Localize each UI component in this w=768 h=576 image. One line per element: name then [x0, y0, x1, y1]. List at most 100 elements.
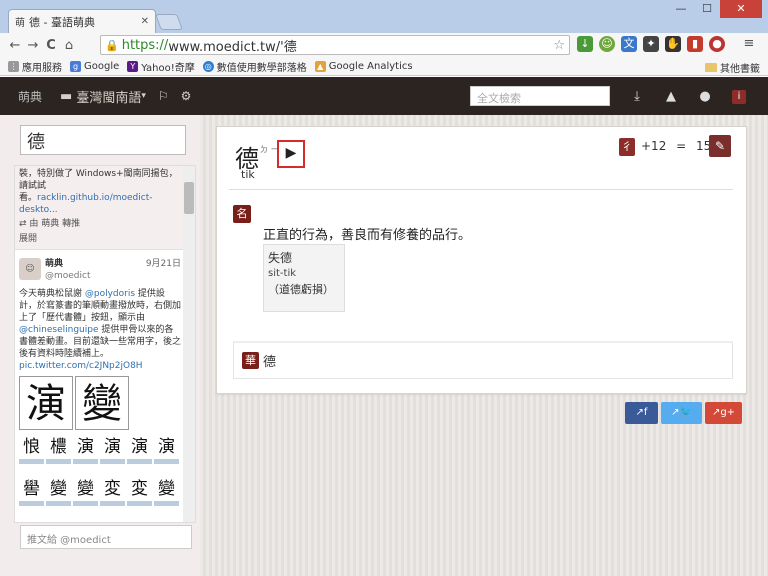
other-bookmarks-label: 其他書籤 [720, 64, 760, 75]
chrome-menu-icon[interactable]: ≡ [740, 36, 758, 51]
example-box: 失德 sit-tik （道德虧損） [263, 244, 345, 312]
tweet-body-part: 今天萌典松鼠謝 [19, 289, 85, 299]
twitter-timeline: 裝，特別做了 Windows+閩南同揚包，請試試 看。racklin.githu… [14, 165, 196, 523]
dictionary-dropdown[interactable]: ▬ 臺灣閩南語 ▾ [60, 87, 146, 106]
extension-tool-icon[interactable]: ✦ [643, 36, 659, 52]
bookmark-analytics[interactable]: ▲ Google Analytics [314, 60, 413, 72]
share-icon: ↗ [635, 407, 644, 418]
tweet-text: 裝，特別做了 Windows+閩南同揚包，請試試 [19, 169, 178, 191]
android-icon[interactable]: ▲ [654, 89, 688, 104]
bookmark-apps[interactable]: ⋮ 應用服務 [8, 59, 62, 74]
bookmark-label: 應用服務 [22, 62, 62, 74]
tab-close-icon[interactable]: ✕ [141, 16, 149, 27]
back-icon[interactable]: ← [6, 38, 24, 53]
edit-pencil-icon[interactable]: ✎ [709, 135, 731, 157]
reload-icon[interactable]: C [42, 38, 60, 53]
stroke-equals: = [676, 139, 687, 153]
facebook-icon: f [643, 407, 648, 418]
extension-book-icon[interactable]: ▮ [687, 36, 703, 52]
definition-text: 正直的行為，善良而有修養的品行。 [263, 228, 472, 243]
settings-gear-icon[interactable]: ⚙ [181, 89, 192, 103]
tweet-compose-input[interactable]: 推文給 @moedict [20, 525, 192, 549]
bookmark-label: Google Analytics [328, 60, 413, 72]
url-path: www.moedict.tw/'德 [168, 39, 297, 55]
browser-toolbar: ← → C ⌂ 🔒 https:// www.moedict.tw/'德 ☆ ↓… [0, 33, 768, 57]
minimize-icon[interactable]: — [668, 0, 694, 18]
other-bookmarks[interactable]: 其他書籤 [705, 60, 760, 75]
fulltext-search-input[interactable]: 全文檢索 [470, 86, 610, 106]
extension-smile-icon[interactable]: ☺ [599, 36, 615, 52]
small-character: 變 [154, 478, 179, 506]
url-scheme: https:// [121, 37, 169, 53]
tweet-image[interactable]: 演 變 [19, 376, 181, 430]
bookmark-math-blog[interactable]: ◎ 數值使用數學部落格 [202, 59, 307, 74]
apple-icon[interactable]: ● [688, 89, 722, 104]
forward-icon[interactable]: → [24, 38, 42, 53]
twitter-icon: 🐦 [679, 407, 692, 418]
example-romanization: sit-tik [268, 268, 297, 279]
timeline-scrollbar[interactable] [183, 166, 195, 522]
small-character: 嚳 [19, 478, 44, 506]
share-twitter-button[interactable]: ↗🐦 [661, 402, 702, 424]
small-character: 演 [100, 436, 125, 464]
googleplus-icon: g+ [720, 407, 736, 418]
divider [229, 189, 733, 190]
home-icon[interactable]: ⌂ [60, 38, 78, 53]
share-googleplus-button[interactable]: ↗g+ [705, 402, 742, 424]
bookmark-icon[interactable]: ⚐ [158, 89, 169, 103]
bookmark-google[interactable]: g Google [70, 60, 119, 72]
retweet-icon: ⇄ [19, 219, 30, 229]
caret-down-icon: ▾ [141, 91, 146, 101]
download-icon[interactable]: ⤓ [620, 89, 654, 104]
small-character: 演 [127, 436, 152, 464]
book-icon: ▬ [60, 88, 73, 104]
extension-hand-icon[interactable]: ✋ [665, 36, 681, 52]
tweet-mention[interactable]: @chineselinguipe [19, 325, 99, 335]
mandarin-word[interactable]: 德 [263, 355, 276, 370]
stroke-extra: +12 [641, 139, 667, 153]
extension-alert-icon[interactable]: ● [709, 36, 725, 52]
radical-badge[interactable]: 彳 [619, 138, 635, 156]
maximize-icon[interactable]: ☐ [694, 0, 720, 18]
info-button[interactable]: i [722, 88, 756, 104]
entry-card: 德 ㄉ ㄧ tik ▶ 彳 +12 = 15 ✎ 名 正直的行為，善良而有修養的… [216, 126, 747, 394]
expand-link[interactable]: 展開 [19, 233, 181, 245]
small-character: 変 [100, 478, 125, 506]
entry-romanization: tik [241, 168, 255, 181]
globe-icon: ◎ [202, 60, 214, 72]
small-character: 変 [127, 478, 152, 506]
tweet-date[interactable]: 9月21日 [146, 258, 181, 270]
address-bar[interactable]: 🔒 https:// www.moedict.tw/'德 ☆ [100, 35, 570, 55]
site-brand[interactable]: 萌典 [18, 88, 42, 105]
mandarin-equivalent: 華德 [233, 341, 733, 379]
example-word[interactable]: 失德 [268, 250, 340, 266]
small-character: 變 [73, 478, 98, 506]
mandarin-badge: 華 [242, 352, 259, 369]
info-icon: i [732, 90, 746, 104]
google-icon: g [70, 60, 81, 72]
tab-favicon-icon: 萌 [15, 18, 25, 29]
share-facebook-button[interactable]: ↗f [625, 402, 658, 424]
bookmark-label: Yahoo!奇摩 [141, 62, 195, 74]
extension-translate-icon[interactable]: 文 [621, 36, 637, 52]
extension-download-icon[interactable]: ↓ [577, 36, 593, 52]
bookmark-star-icon[interactable]: ☆ [553, 38, 565, 53]
bookmark-yahoo[interactable]: Y Yahoo!奇摩 [127, 59, 195, 74]
new-tab-button[interactable] [155, 14, 183, 30]
tab-title: 德 - 臺語萌典 [29, 15, 95, 29]
play-audio-button[interactable]: ▶ [277, 140, 305, 168]
retweet-meta: 由 萌典 轉推 [29, 219, 81, 229]
tweet-handle[interactable]: @moedict [45, 270, 91, 282]
tweet-mention[interactable]: @polydoris [85, 289, 135, 299]
apps-grid-icon: ⋮ [8, 60, 19, 72]
browser-tab[interactable]: 萌 德 - 臺語萌典 ✕ [8, 9, 156, 33]
avatar[interactable]: ☺ [19, 258, 41, 280]
tweet-link[interactable]: racklin.github.io/moedict-deskto... [19, 193, 152, 215]
small-character: 變 [46, 478, 71, 506]
window-close-icon[interactable]: ✕ [720, 0, 762, 18]
scrollbar-thumb[interactable] [184, 182, 194, 214]
query-input[interactable]: 德 [20, 125, 186, 155]
small-character: 演 [154, 436, 179, 464]
tweet-author[interactable]: 萌典 [45, 258, 91, 270]
tweet-pic-link[interactable]: pic.twitter.com/c2JNp2jO8H [19, 360, 181, 372]
